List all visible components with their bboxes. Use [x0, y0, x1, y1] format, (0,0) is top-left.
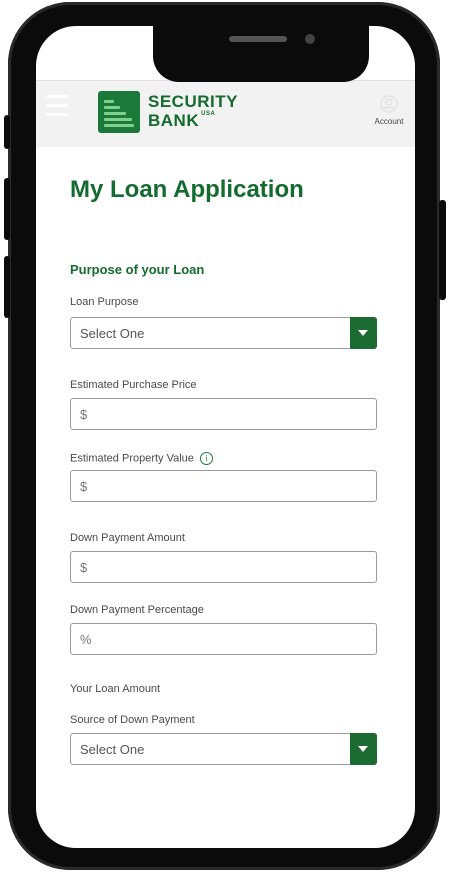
down-payment-percentage-field[interactable]: [70, 623, 377, 655]
loan-purpose-select[interactable]: Select One: [70, 317, 377, 349]
account-label: Account: [374, 117, 404, 126]
app-screen: SECURITY BANK USA Account My Loan Applica…: [36, 26, 415, 848]
phone-side-button: [439, 200, 446, 300]
down-payment-percentage-label: Down Payment Percentage: [70, 604, 204, 616]
purchase-price-label: Estimated Purchase Price: [70, 379, 197, 391]
chevron-down-icon[interactable]: [350, 317, 377, 349]
section-title: Purpose of your Loan: [70, 262, 205, 277]
property-value-label: Estimated Property Value i: [70, 452, 213, 465]
down-payment-amount-label: Down Payment Amount: [70, 532, 185, 544]
brand-name-line1: SECURITY: [148, 92, 238, 111]
down-payment-source-select[interactable]: Select One: [70, 733, 377, 765]
loan-amount-label: Your Loan Amount: [70, 683, 161, 695]
phone-side-button: [4, 115, 10, 149]
brand-name-line2: BANK USA: [148, 111, 215, 131]
loan-purpose-label: Loan Purpose: [70, 296, 139, 308]
property-value-field[interactable]: [70, 470, 377, 502]
down-payment-amount-input[interactable]: [71, 552, 359, 582]
brand-suffix: USA: [201, 111, 216, 117]
hamburger-icon[interactable]: [46, 95, 68, 117]
down-payment-amount-field[interactable]: [70, 551, 377, 583]
down-payment-source-label: Source of Down Payment: [70, 714, 195, 726]
phone-side-button: [4, 256, 10, 318]
app-header: SECURITY BANK USA Account: [36, 80, 415, 147]
phone-side-button: [4, 178, 10, 240]
brand-logo[interactable]: SECURITY BANK USA: [98, 91, 248, 135]
property-value-input[interactable]: [71, 471, 359, 501]
logo-mark-icon: [98, 91, 140, 133]
account-icon: [380, 95, 398, 113]
purchase-price-field[interactable]: [70, 398, 377, 430]
account-button[interactable]: Account: [369, 95, 409, 126]
page-title: My Loan Application: [70, 176, 304, 203]
phone-notch: [153, 26, 369, 82]
info-icon[interactable]: i: [199, 452, 213, 465]
purchase-price-input[interactable]: [71, 399, 359, 429]
loan-purpose-value: Select One: [80, 326, 145, 341]
chevron-down-icon[interactable]: [350, 733, 377, 765]
speaker: [229, 36, 287, 42]
camera: [305, 34, 315, 44]
brand-name-bank: BANK: [148, 111, 200, 130]
down-payment-percentage-input[interactable]: [71, 624, 359, 654]
property-value-label-text: Estimated Property Value: [70, 452, 194, 465]
down-payment-source-value: Select One: [80, 742, 145, 757]
